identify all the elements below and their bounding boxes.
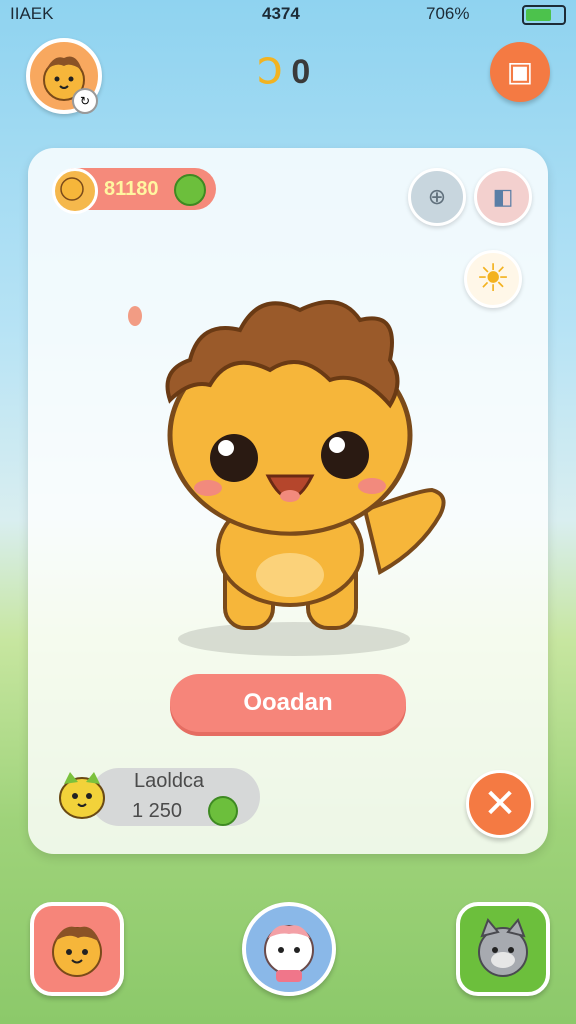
gray-cat-avatar-icon bbox=[478, 918, 528, 977]
player-score: 1 250 bbox=[132, 800, 183, 822]
compass-icon: ⊕ bbox=[427, 184, 447, 209]
coin-pill-avatar-icon bbox=[52, 168, 98, 214]
primary-action-button[interactable]: Ooadan bbox=[170, 674, 406, 732]
book-button[interactable]: ▣ bbox=[490, 42, 550, 102]
gem-icon bbox=[208, 796, 238, 826]
battery-icon bbox=[522, 5, 566, 25]
yellow-bear-character[interactable] bbox=[150, 290, 450, 640]
book-icon: ▣ bbox=[506, 56, 534, 87]
close-button[interactable]: ✕ bbox=[466, 770, 534, 838]
coin-pill-value: 81180 bbox=[104, 178, 159, 200]
nav-bear-button[interactable] bbox=[30, 902, 124, 996]
compass-button[interactable]: ⊕ bbox=[408, 168, 466, 226]
bear-avatar-icon bbox=[52, 926, 102, 977]
shop-button[interactable]: ◧ bbox=[474, 168, 532, 226]
status-bar: IIAEK 4374 706% bbox=[0, 0, 576, 30]
nav-cat-button[interactable] bbox=[456, 902, 550, 996]
header-counter-value: 0 bbox=[291, 53, 311, 91]
spark-decoration bbox=[128, 306, 142, 326]
mini-bear-icon bbox=[60, 177, 84, 201]
yellow-cat-icon bbox=[59, 772, 105, 819]
carrier-label: IIAEK bbox=[10, 4, 54, 23]
close-icon: ✕ bbox=[483, 782, 517, 826]
header-counter-icon: Ↄ bbox=[258, 53, 282, 91]
avatar-badge-icon: ↻ bbox=[72, 88, 98, 114]
sun-button[interactable]: ☀ bbox=[464, 250, 522, 308]
sun-icon: ☀ bbox=[475, 258, 511, 300]
clock: 4374 bbox=[262, 4, 300, 23]
shop-icon: ◧ bbox=[492, 184, 514, 209]
pig-avatar-icon bbox=[264, 925, 314, 982]
player-name: Laoldca bbox=[134, 770, 205, 792]
header-counter: Ↄ 0 bbox=[258, 52, 310, 92]
gem-icon bbox=[174, 174, 206, 206]
battery-fill bbox=[526, 9, 551, 21]
battery-label: 706% bbox=[426, 4, 470, 23]
nav-pig-button[interactable] bbox=[242, 902, 336, 996]
